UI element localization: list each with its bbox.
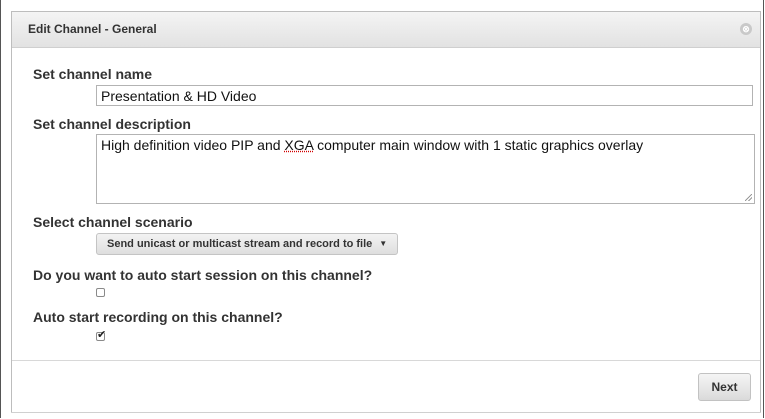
close-icon[interactable]: ⊗ [740, 23, 752, 35]
channel-name-label: Set channel name [33, 66, 153, 82]
auto-start-session-label: Do you want to auto start session on thi… [33, 267, 373, 283]
dialog-title: Edit Channel - General [28, 22, 157, 36]
bottom-divider [11, 412, 761, 413]
auto-start-session-checkbox[interactable] [96, 288, 105, 297]
dialog-titlebar: Edit Channel - General ⊗ [12, 12, 760, 48]
description-text-start: High definition video PIP and [101, 137, 285, 153]
auto-start-recording-label: Auto start recording on this channel? [33, 309, 283, 325]
description-misspelled-word: XGA [284, 137, 314, 153]
checkmark-icon: ✔ [97, 329, 107, 341]
next-button[interactable]: Next [698, 373, 751, 401]
scenario-dropdown[interactable]: Send unicast or multicast stream and rec… [96, 233, 399, 255]
channel-name-input[interactable] [96, 85, 753, 106]
edit-channel-dialog: Edit Channel - General ⊗ Set channel nam… [11, 11, 761, 413]
scenario-selected-value: Send unicast or multicast stream and rec… [107, 238, 373, 250]
chevron-down-icon: ▼ [379, 239, 388, 248]
footer-divider [12, 360, 760, 361]
description-text-end: computer main window with 1 static graph… [313, 137, 644, 153]
resize-grip-icon[interactable] [745, 194, 752, 201]
channel-description-label: Set channel description [33, 116, 191, 132]
channel-description-textarea[interactable]: High definition video PIP and XGA comput… [96, 134, 755, 204]
auto-start-recording-checkbox[interactable]: ✔ [96, 329, 106, 341]
scenario-label: Select channel scenario [33, 214, 193, 230]
